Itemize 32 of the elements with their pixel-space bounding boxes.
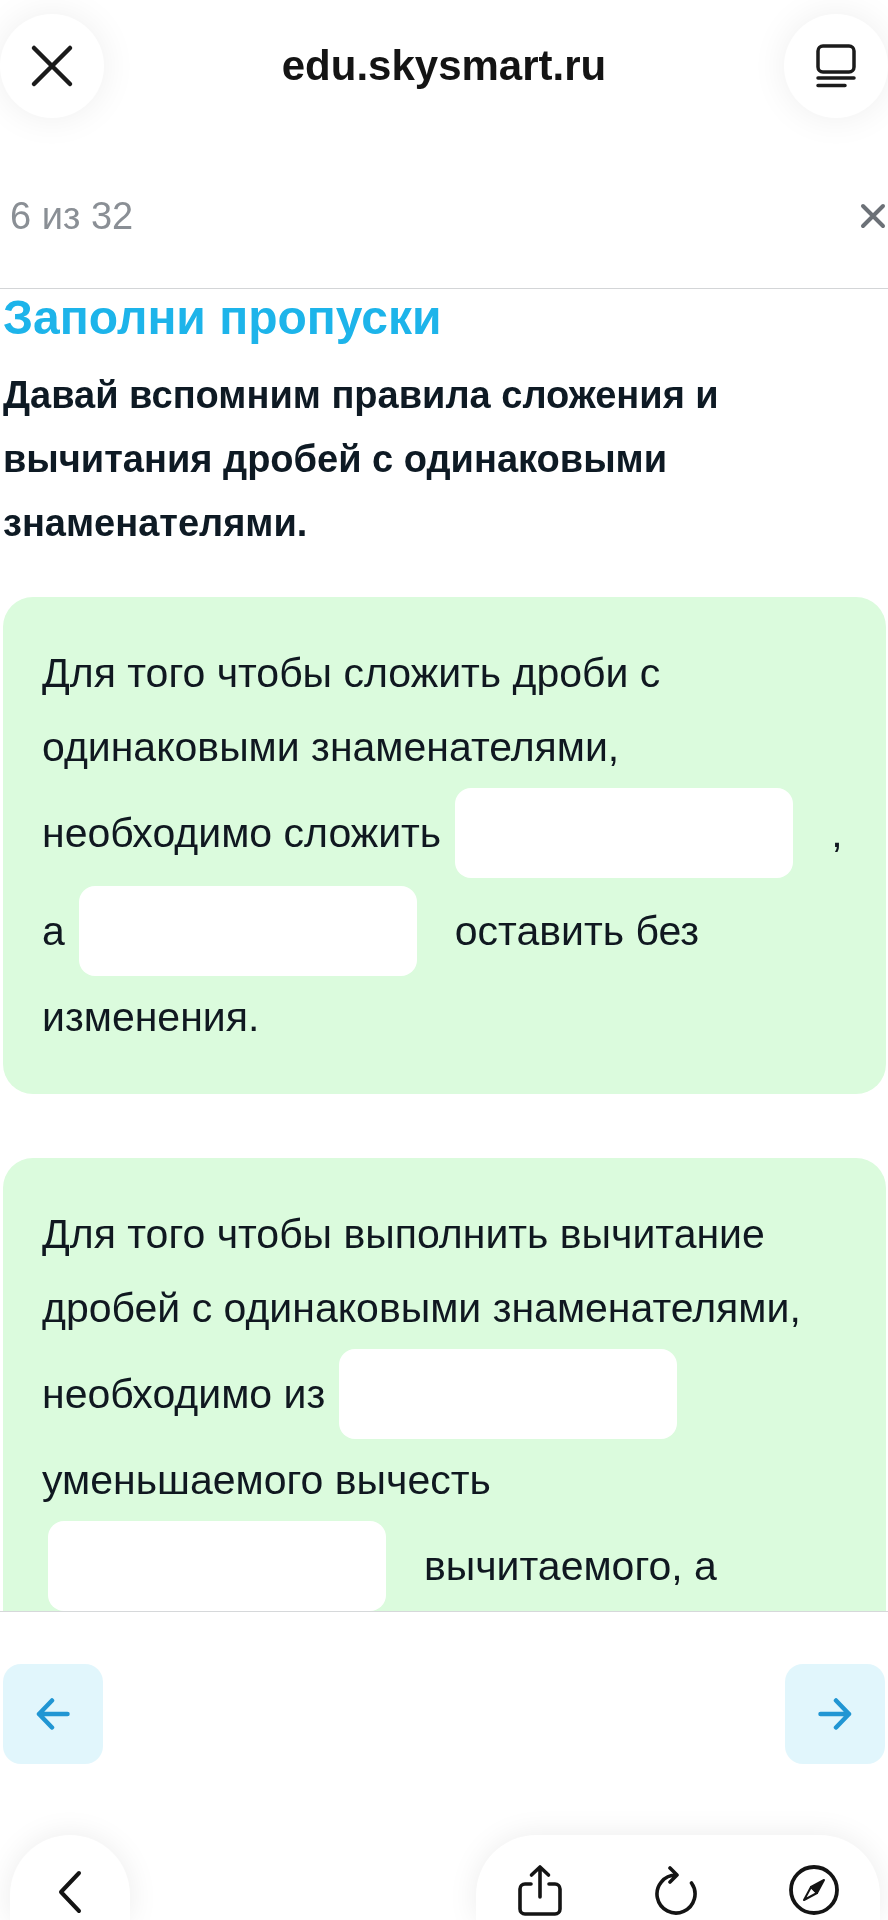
chevron-left-icon bbox=[57, 1870, 83, 1914]
exercise-text: а bbox=[42, 907, 65, 956]
previous-button[interactable] bbox=[3, 1664, 103, 1764]
reload-icon[interactable] bbox=[652, 1864, 700, 1916]
compass-icon[interactable] bbox=[788, 1864, 840, 1916]
close-icon[interactable] bbox=[860, 203, 886, 229]
progress-counter: 6 из 32 bbox=[10, 196, 134, 236]
answer-field[interactable] bbox=[339, 1349, 678, 1439]
exercise-text: Для того чтобы сложить дроби с bbox=[42, 649, 661, 698]
exercise-text: вычитаемого, а bbox=[424, 1542, 717, 1591]
exercise-text: дробей с одинаковыми знаменателями, bbox=[42, 1284, 801, 1333]
exercise-text: уменьшаемого вычесть bbox=[42, 1456, 491, 1505]
share-icon[interactable] bbox=[516, 1864, 564, 1916]
task-intro: Давай вспомним правила сложения и вычитания дробей с одинаковыми знаменателями. bbox=[3, 373, 720, 546]
exercise-text: одинаковыми знаменателями, bbox=[42, 723, 620, 772]
next-button[interactable] bbox=[785, 1664, 885, 1764]
arrow-right-icon bbox=[818, 1697, 852, 1731]
exercise-text: необходимо из bbox=[42, 1370, 326, 1419]
exercise-text: Для того чтобы выполнить вычитание bbox=[42, 1210, 765, 1259]
answer-field[interactable] bbox=[78, 886, 417, 976]
exercise-text: оставить без bbox=[454, 907, 700, 956]
exercise-text: необходимо сложить bbox=[42, 809, 442, 858]
exercise-text: , bbox=[831, 809, 843, 858]
answer-field[interactable] bbox=[48, 1521, 386, 1611]
arrow-left-icon bbox=[36, 1697, 70, 1731]
tabs-icon bbox=[816, 44, 856, 88]
exercise-text: изменения. bbox=[42, 993, 260, 1042]
address-text: edu.skysmart.ru bbox=[281, 41, 607, 91]
close-icon bbox=[30, 44, 74, 88]
task-heading: Заполни пропуски bbox=[3, 293, 442, 343]
answer-field[interactable] bbox=[455, 788, 794, 878]
back-button[interactable] bbox=[10, 1835, 130, 1920]
